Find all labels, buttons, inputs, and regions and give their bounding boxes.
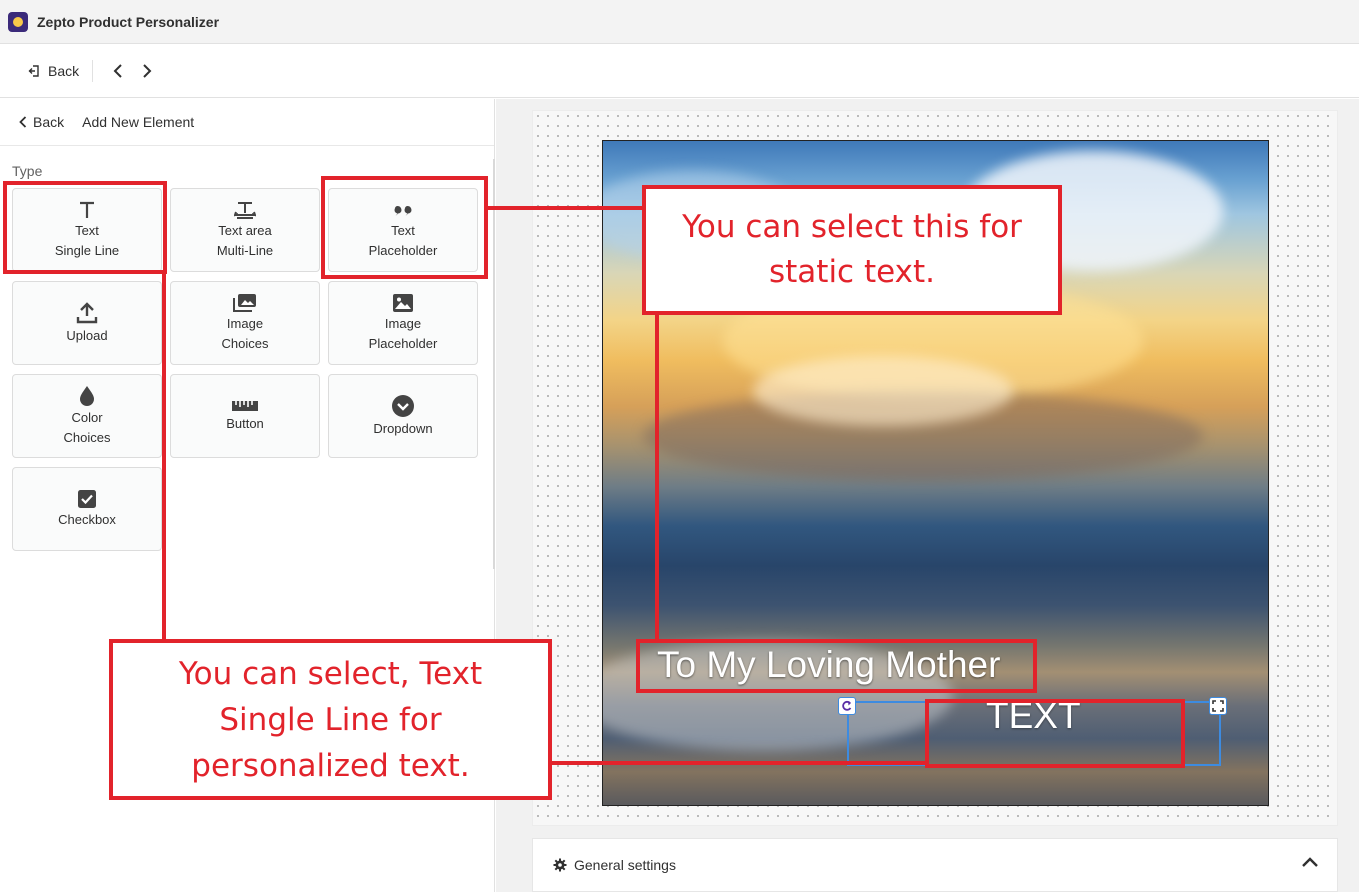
element-label-line2: Multi-Line xyxy=(216,242,274,258)
element-dropdown[interactable]: Dropdown xyxy=(328,374,478,458)
next-button[interactable] xyxy=(142,63,152,79)
chevron-circle-icon xyxy=(392,394,414,417)
exit-icon xyxy=(28,64,39,77)
back-button[interactable]: Back xyxy=(28,59,94,82)
chevron-left-icon xyxy=(113,63,122,78)
element-label-line1: Image xyxy=(226,315,264,331)
element-label-line2: Placeholder xyxy=(368,335,438,351)
upload-icon xyxy=(76,301,98,323)
resize-handle[interactable] xyxy=(1209,697,1227,715)
general-settings-bar[interactable]: General settings xyxy=(532,838,1338,892)
element-label-line2: Choices xyxy=(221,335,269,351)
sidebar-header: Back Add New Element xyxy=(0,99,494,146)
text-area-icon xyxy=(234,201,256,219)
rotate-handle[interactable] xyxy=(838,697,856,715)
element-upload[interactable]: Upload xyxy=(12,281,162,365)
title-bar: Zepto Product Personalizer xyxy=(0,0,1359,44)
connector-line xyxy=(487,206,645,210)
fullscreen-icon xyxy=(1212,700,1224,712)
element-label-line1: Upload xyxy=(66,327,108,343)
gear-icon xyxy=(553,858,567,872)
top-navbar: Back xyxy=(0,44,1359,98)
connector-line xyxy=(548,761,928,765)
previous-button[interactable] xyxy=(113,63,123,79)
cloud-shape xyxy=(753,356,1013,426)
sidebar-scrollbar[interactable] xyxy=(493,159,495,569)
image-icon xyxy=(393,293,413,312)
highlight-static-text xyxy=(636,639,1037,693)
ruler-icon xyxy=(232,400,258,411)
type-label: Type xyxy=(12,163,43,179)
checkbox-icon xyxy=(78,489,96,508)
element-image-placeholder[interactable]: Image Placeholder xyxy=(328,281,478,365)
connector-line xyxy=(162,273,166,643)
element-label-line1: Color xyxy=(71,409,103,425)
highlight-text-field xyxy=(925,699,1185,768)
single-line-callout: You can select, Text Single Line for per… xyxy=(109,639,552,800)
images-icon xyxy=(233,293,256,312)
element-label-line2: Choices xyxy=(63,429,111,445)
element-label-line1: Dropdown xyxy=(373,420,433,436)
element-label-line1: Button xyxy=(226,415,264,431)
drop-icon xyxy=(80,385,94,406)
chevron-up-icon[interactable] xyxy=(1301,856,1319,868)
element-image-choices[interactable]: Image Choices xyxy=(170,281,320,365)
general-settings-label: General settings xyxy=(574,857,676,873)
highlight-text-placeholder xyxy=(321,176,488,279)
chevron-right-icon xyxy=(143,63,152,78)
element-label-line1: Image xyxy=(384,315,422,331)
back-button-label: Back xyxy=(48,62,80,79)
sidebar-title: Add New Element xyxy=(82,114,195,130)
element-label-line1: Checkbox xyxy=(58,511,116,527)
element-label-line1: Text area xyxy=(218,222,272,238)
chevron-left-icon xyxy=(19,116,27,128)
element-checkbox[interactable]: Checkbox xyxy=(12,467,162,551)
sidebar-back-label: Back xyxy=(33,114,65,130)
rotate-icon xyxy=(842,700,852,711)
sidebar-back-button[interactable]: Back xyxy=(19,114,64,130)
static-text-callout: You can select this for static text. xyxy=(642,185,1062,315)
connector-line xyxy=(655,311,659,641)
highlight-text-single-line xyxy=(3,181,167,274)
element-color-choices[interactable]: Color Choices xyxy=(12,374,162,458)
app-title: Zepto Product Personalizer xyxy=(37,13,220,30)
element-text-area[interactable]: Text area Multi-Line xyxy=(170,188,320,272)
zepto-logo-icon xyxy=(8,11,28,32)
element-button[interactable]: Button xyxy=(170,374,320,458)
